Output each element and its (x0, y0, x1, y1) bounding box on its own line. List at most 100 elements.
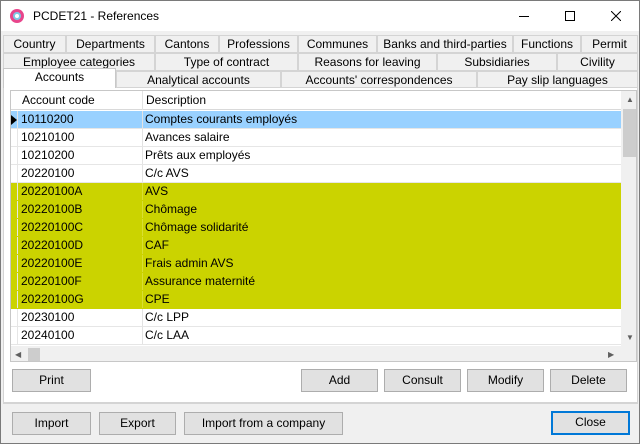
tab-communes[interactable]: Communes (298, 35, 377, 53)
table-row[interactable]: 20230100 C/c LPP (11, 309, 621, 327)
table-row[interactable]: 20220100B Chômage (11, 201, 621, 219)
account-code-cell[interactable]: 20220100A (21, 183, 82, 200)
close-button[interactable]: Close (551, 411, 630, 435)
description-cell[interactable]: C/c LPP (145, 309, 189, 326)
title-bar: PCDET21 - References (1, 1, 639, 31)
account-code-cell[interactable]: 20220100 (21, 165, 74, 182)
row-indicator[interactable] (11, 255, 18, 272)
table-row[interactable]: 10110200 Comptes courants employés (11, 111, 621, 129)
table-row[interactable]: 10210100 Avances salaire (11, 129, 621, 147)
row-indicator[interactable] (11, 147, 18, 164)
table-row[interactable]: 20220100E Frais admin AVS (11, 255, 621, 273)
tab-cantons[interactable]: Cantons (155, 35, 219, 53)
scroll-down-icon[interactable]: ▼ (626, 334, 634, 342)
description-cell[interactable]: Assurance maternité (145, 273, 255, 290)
cell-divider (142, 165, 143, 182)
column-header-account-code[interactable]: Account code (19, 91, 143, 110)
export-button[interactable]: Export (99, 412, 176, 435)
description-cell[interactable]: Chômage solidarité (145, 219, 248, 236)
description-cell[interactable]: Avances salaire (145, 129, 230, 146)
account-code-cell[interactable]: 20220100B (21, 201, 82, 218)
minimize-button[interactable] (501, 1, 547, 31)
account-code-cell[interactable]: 20220100C (21, 219, 83, 236)
horizontal-scrollbar[interactable]: ◀ ▶ (11, 346, 621, 361)
import-from-company-button[interactable]: Import from a company (184, 412, 343, 435)
modify-button[interactable]: Modify (467, 369, 544, 392)
close-window-button[interactable] (593, 1, 639, 31)
description-cell[interactable]: Frais admin AVS (145, 255, 233, 272)
tab-functions[interactable]: Functions (513, 35, 581, 53)
description-cell[interactable]: Comptes courants employés (145, 111, 297, 128)
cell-divider (142, 201, 143, 218)
table-row[interactable]: 20220100D CAF (11, 237, 621, 255)
cell-divider (142, 273, 143, 290)
delete-button[interactable]: Delete (550, 369, 627, 392)
account-code-cell[interactable]: 20240100 (21, 327, 74, 344)
table-row[interactable]: 10210200 Prêts aux employés (11, 147, 621, 165)
tab-country[interactable]: Country (3, 35, 66, 53)
description-cell[interactable]: Prêts aux employés (145, 147, 250, 164)
cell-divider (142, 309, 143, 326)
account-code-cell[interactable]: 20220100E (21, 255, 82, 272)
description-cell[interactable]: AVS (145, 183, 168, 200)
tab-permit[interactable]: Permit (581, 35, 638, 53)
cell-divider (142, 183, 143, 200)
tab-civility[interactable]: Civility (557, 53, 638, 71)
app-logo-icon (9, 8, 25, 24)
row-indicator[interactable] (11, 237, 18, 254)
consult-button[interactable]: Consult (384, 369, 461, 392)
scroll-right-icon[interactable]: ▶ (608, 351, 614, 359)
print-button[interactable]: Print (12, 369, 91, 392)
add-button[interactable]: Add (301, 369, 378, 392)
cell-divider (142, 255, 143, 272)
account-code-cell[interactable]: 20230100 (21, 309, 74, 326)
description-cell[interactable]: Chômage (145, 201, 197, 218)
vertical-scroll-thumb[interactable] (623, 109, 636, 157)
table-row[interactable]: 20220100 C/c AVS (11, 165, 621, 183)
tab-subsidiaries[interactable]: Subsidiaries (437, 53, 557, 71)
account-code-cell[interactable]: 20220100F (21, 273, 82, 290)
import-button[interactable]: Import (12, 412, 91, 435)
row-indicator[interactable] (11, 327, 18, 344)
row-indicator[interactable] (11, 219, 18, 236)
tab-banks-third-parties[interactable]: Banks and third-parties (377, 35, 513, 53)
tab-reasons-for-leaving[interactable]: Reasons for leaving (298, 53, 437, 71)
row-indicator[interactable] (11, 183, 18, 200)
tab-type-of-contract[interactable]: Type of contract (155, 53, 298, 71)
row-indicator[interactable] (11, 129, 18, 146)
scroll-up-icon[interactable]: ▲ (626, 96, 634, 104)
account-code-cell[interactable]: 10210100 (21, 129, 74, 146)
account-code-cell[interactable]: 20220100G (21, 291, 84, 308)
tab-professions[interactable]: Professions (219, 35, 298, 53)
description-cell[interactable]: CPE (145, 291, 170, 308)
column-header-description[interactable]: Description (143, 91, 621, 110)
row-indicator[interactable] (11, 309, 18, 326)
row-indicator[interactable] (11, 273, 18, 290)
tab-departments[interactable]: Departments (66, 35, 155, 53)
vertical-scrollbar[interactable]: ▲ ▼ (621, 91, 636, 346)
description-cell[interactable]: CAF (145, 237, 169, 254)
scroll-left-icon[interactable]: ◀ (15, 351, 21, 359)
row-indicator[interactable] (11, 111, 18, 128)
cell-divider (142, 147, 143, 164)
description-cell[interactable]: C/c LAA (145, 327, 189, 344)
account-code-cell[interactable]: 20220100D (21, 237, 83, 254)
row-indicator[interactable] (11, 201, 18, 218)
maximize-button[interactable] (547, 1, 593, 31)
cell-divider (142, 129, 143, 146)
table-row[interactable]: 20240100 C/c LAA (11, 327, 621, 345)
tab-accounts[interactable]: Accounts (3, 68, 116, 88)
accounts-grid[interactable]: Account code Description 10110200 Comptes… (10, 90, 637, 362)
description-cell[interactable]: C/c AVS (145, 165, 189, 182)
account-code-cell[interactable]: 10210200 (21, 147, 74, 164)
horizontal-scroll-thumb[interactable] (28, 348, 40, 361)
cell-divider (142, 219, 143, 236)
table-row[interactable]: 20220100C Chômage solidarité (11, 219, 621, 237)
references-window: PCDET21 - References Country Departments… (0, 0, 640, 444)
row-indicator[interactable] (11, 165, 18, 182)
table-row[interactable]: 20220100F Assurance maternité (11, 273, 621, 291)
row-indicator[interactable] (11, 291, 18, 308)
table-row[interactable]: 20220100G CPE (11, 291, 621, 309)
account-code-cell[interactable]: 10110200 (21, 111, 74, 128)
table-row[interactable]: 20220100A AVS (11, 183, 621, 201)
